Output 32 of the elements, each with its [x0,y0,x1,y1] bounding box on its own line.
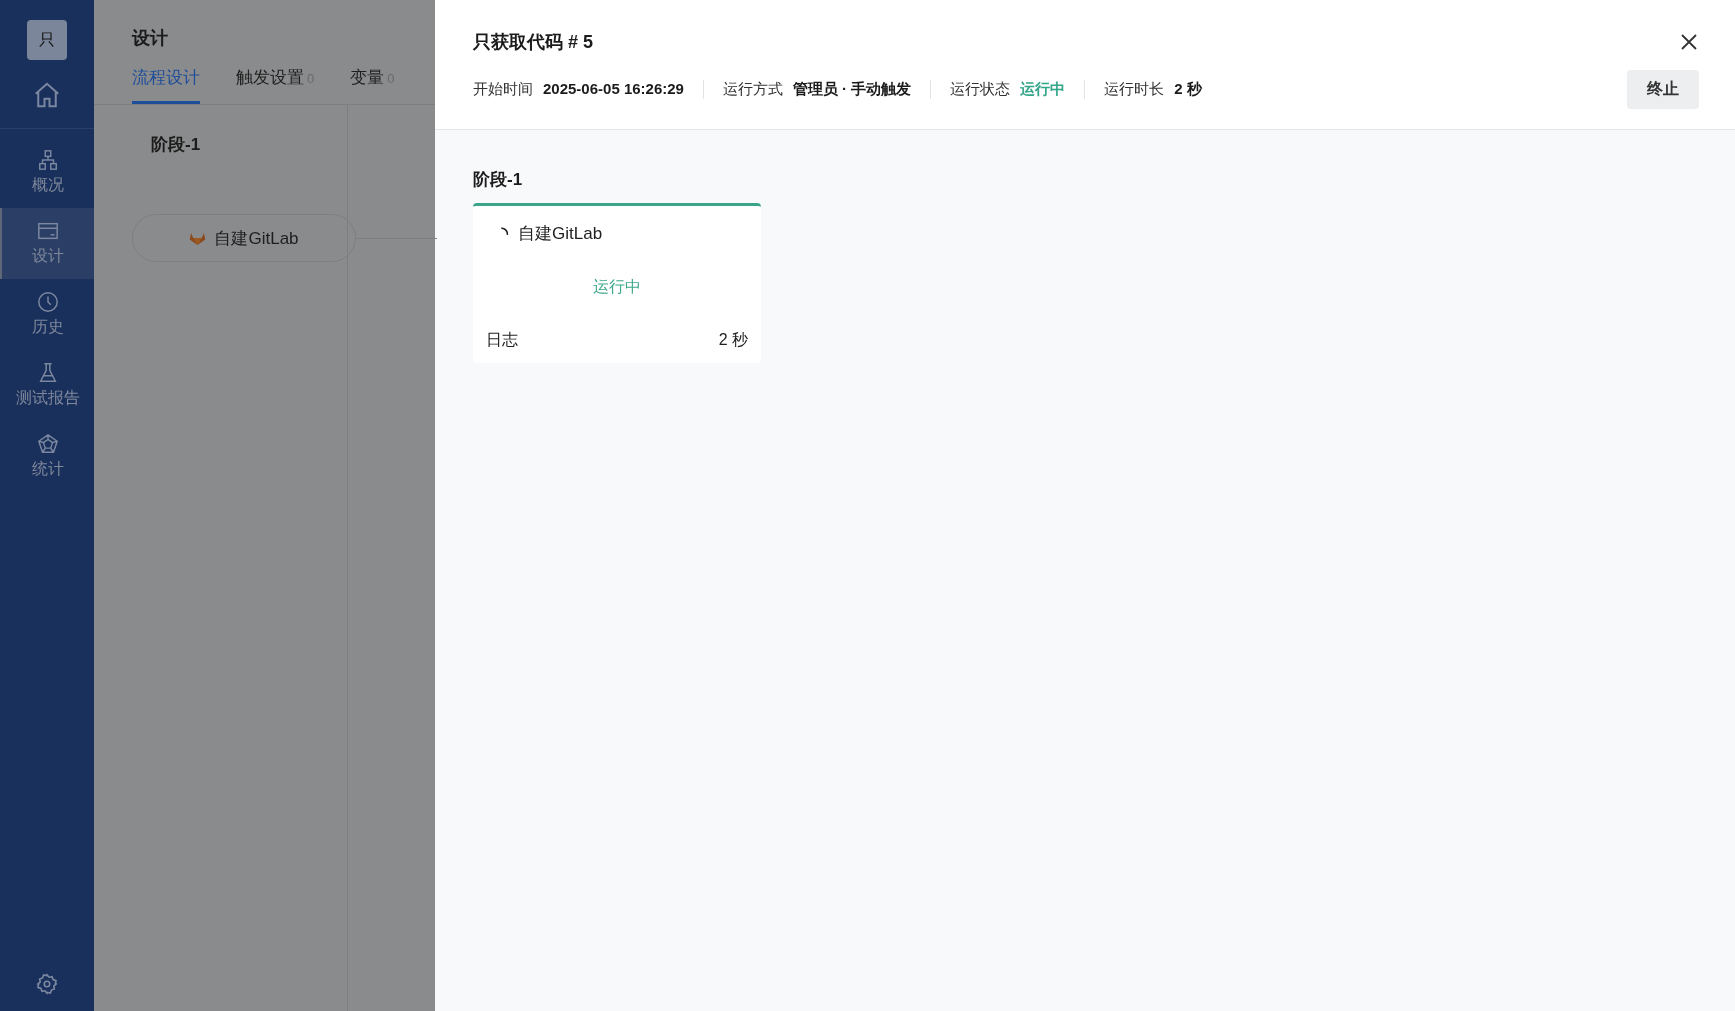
job-status: 运行中 [592,277,642,297]
nav-item[interactable]: 测试报告 [0,350,94,421]
meta-value: 管理员 · 手动触发 [792,80,912,99]
stage-title: 阶段-1 [473,169,524,191]
tab[interactable]: 流程设计 [132,66,200,104]
job-card[interactable]: 自建GitLab 运行中 日志 2 秒 [473,203,761,363]
meta-value: 2025-06-05 16:26:29 [543,80,684,99]
stop-button[interactable]: 终止 [1627,70,1699,109]
job-name: 自建GitLab [518,223,603,245]
radar-icon [37,433,59,455]
close-icon[interactable] [1679,32,1699,52]
nav-item[interactable]: 统计 [0,421,94,492]
nav-item[interactable]: 概况 [0,137,94,208]
drawer-title: 只获取代码 # 5 [473,31,594,54]
clock-icon [37,291,59,313]
meta-value: 运行中 [1020,80,1066,99]
log-link[interactable]: 日志 [486,330,518,351]
card-icon [37,220,59,242]
flask-icon [37,362,59,384]
stage-title: 阶段-1 [150,134,202,156]
meta-value: 2 秒 [1174,80,1202,99]
page-title: 设计 [132,27,169,50]
app-logo[interactable]: 只 [27,20,67,60]
nav-item[interactable]: 历史 [0,279,94,350]
job-duration: 2 秒 [718,330,748,350]
settings-icon[interactable] [36,973,58,995]
nav-item[interactable]: 设计 [0,208,94,279]
meta-label: 开始时间 [473,80,533,99]
hierarchy-icon [37,149,59,171]
meta-label: 运行时长 [1104,80,1165,99]
meta-label: 运行状态 [950,80,1011,99]
meta-label: 运行方式 [722,80,783,99]
